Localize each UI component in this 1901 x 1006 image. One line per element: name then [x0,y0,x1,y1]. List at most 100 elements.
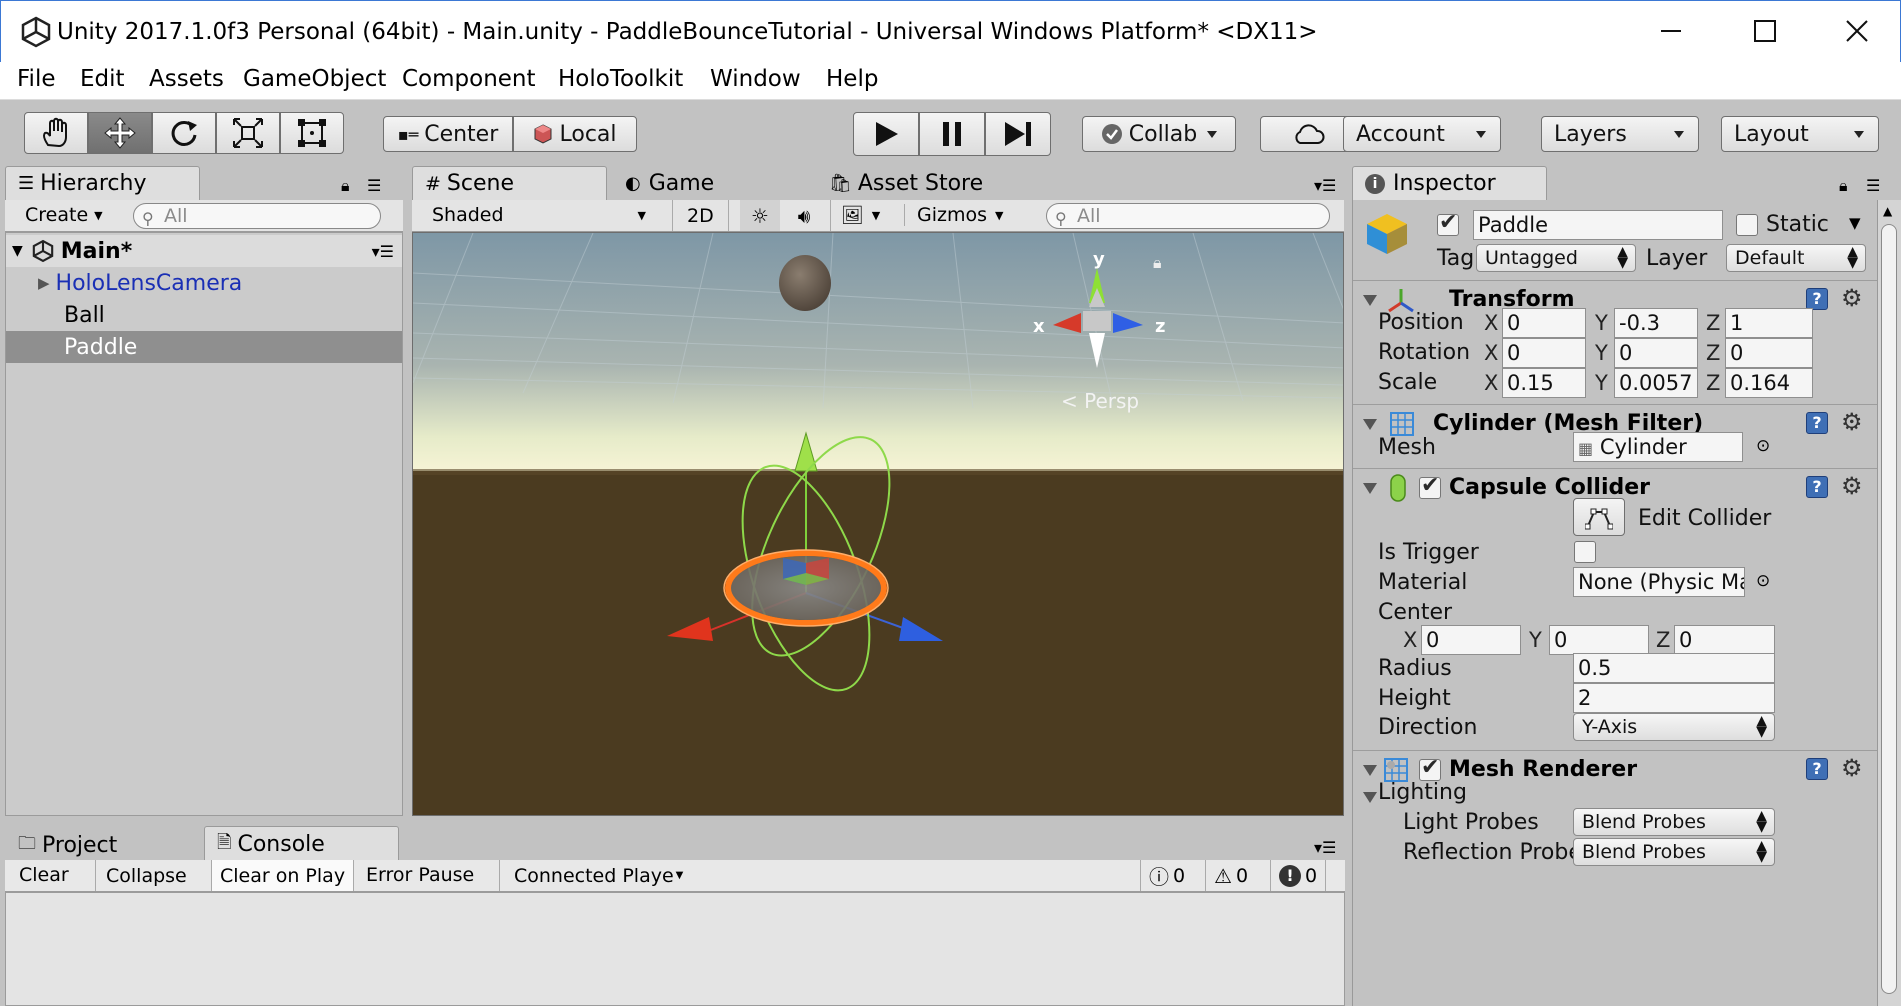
hierarchy-search-input[interactable]: ⚲ All [133,203,381,229]
scroll-up-arrow-icon[interactable]: ▲ [1883,204,1892,218]
scrollbar-thumb[interactable] [1881,224,1897,994]
pivot-center-button[interactable]: ▪═ Center [383,116,513,152]
menu-assets[interactable]: Assets [149,66,224,92]
maximize-button[interactable] [1735,11,1795,51]
hierarchy-lock-icon[interactable]: 🔒︎ [341,176,350,196]
static-checkbox[interactable] [1736,214,1758,236]
console-clear-button[interactable]: Clear [19,864,69,886]
rotate-tool-button[interactable] [152,112,216,154]
rotation-y-field[interactable]: 0 [1614,338,1698,368]
hierarchy-item-ball[interactable]: Ball [6,299,402,331]
help-book-icon[interactable]: ? [1806,412,1828,434]
layout-dropdown[interactable]: Layout [1721,116,1879,152]
capsule-collider-enabled-checkbox[interactable] [1419,473,1441,499]
center-y-field[interactable]: 0 [1549,625,1649,655]
menu-holotoolkit[interactable]: HoloToolkit [558,66,683,92]
help-book-icon[interactable]: ? [1806,476,1828,498]
rotation-z-field[interactable]: 0 [1725,338,1813,368]
scale-y-field[interactable]: 0.0057 [1614,368,1698,398]
gizmos-dropdown[interactable]: Gizmos ▼ [904,204,1003,226]
position-z-field[interactable]: 1 [1725,308,1813,338]
console-error-pause-button[interactable]: Error Pause [366,864,474,886]
layer-dropdown[interactable]: Default ▲ ▼ [1726,244,1866,272]
create-dropdown[interactable]: Create ▼ [25,204,103,226]
scale-tool-button[interactable] [216,112,280,154]
hierarchy-menu-icon[interactable]: ☰ [367,176,381,195]
console-collapse-button[interactable]: Collapse [95,860,197,891]
static-dropdown-icon[interactable]: ▼ [1849,214,1861,232]
tab-scene[interactable]: # Scene [412,166,607,200]
position-x-field[interactable]: 0 [1502,308,1586,338]
menu-window[interactable]: Window [710,66,801,92]
center-x-field[interactable]: 0 [1421,625,1521,655]
center-z-field[interactable]: 0 [1674,625,1775,655]
cloud-button[interactable] [1260,116,1356,152]
object-picker-icon[interactable]: ⊙ [1756,436,1770,456]
material-object-field[interactable]: None (Physic Mate [1573,567,1745,597]
console-clear-on-play-button[interactable]: Clear on Play [211,860,355,891]
connected-player-dropdown[interactable]: Connected Playe ▼ [499,860,683,891]
console-log[interactable] [5,892,1345,1006]
gameobject-active-checkbox[interactable] [1437,210,1459,236]
play-button[interactable] [853,112,919,156]
scale-z-field[interactable]: 0.164 [1725,368,1813,398]
account-dropdown[interactable]: Account [1343,116,1501,152]
menu-help[interactable]: Help [826,66,878,92]
close-button[interactable] [1827,11,1887,51]
console-menu-icon[interactable]: ▾☰ [1314,838,1336,857]
reflection-probes-dropdown[interactable]: Blend Probes ▲ ▼ [1573,838,1775,866]
scene-viewport[interactable]: y x z 🔒︎ < Persp [412,232,1344,816]
console-info-toggle[interactable]: ⓘ 0 [1140,860,1193,891]
scene-row-main[interactable]: ▼ Main* ▾☰ [6,235,402,267]
help-book-icon[interactable]: ? [1806,288,1828,310]
persp-label[interactable]: < Persp [1061,389,1139,413]
scale-x-field[interactable]: 0.15 [1502,368,1586,398]
light-probes-dropdown[interactable]: Blend Probes ▲ ▼ [1573,808,1775,836]
console-error-toggle[interactable]: ! 0 [1270,860,1327,891]
gear-icon[interactable]: ⚙ [1841,756,1863,780]
scene-menu-icon[interactable]: ▾☰ [1314,176,1336,195]
shading-mode-dropdown[interactable]: Shaded ▼ [432,204,652,226]
move-tool-button[interactable] [88,112,152,154]
pause-button[interactable] [919,112,985,156]
scene-effects-dropdown[interactable]: 🖼︎ ▼ [830,200,890,231]
minimize-button[interactable] [1641,11,1701,51]
lighting-label[interactable]: Lighting [1378,780,1467,805]
menu-gameobject[interactable]: GameObject [243,66,386,92]
collab-dropdown[interactable]: Collab [1082,116,1236,152]
mode-2d-button[interactable]: 2D [672,200,729,231]
step-button[interactable] [985,112,1051,156]
inspector-lock-icon[interactable]: 🔒︎ [1839,176,1848,196]
layers-dropdown[interactable]: Layers [1541,116,1699,152]
ball-object[interactable] [779,255,831,311]
tab-inspector[interactable]: i Inspector [1352,166,1547,200]
position-y-field[interactable]: -0.3 [1614,308,1698,338]
scene-menu-icon[interactable]: ▾☰ [372,242,394,261]
tab-game[interactable]: ◐ Game [612,166,808,200]
gizmo-lock-icon[interactable]: 🔒︎ [1153,253,1162,272]
menu-component[interactable]: Component [402,66,536,92]
object-picker-icon[interactable]: ⊙ [1756,571,1770,591]
pivot-local-button[interactable]: Local [513,116,637,152]
scene-search-input[interactable]: ⚲ All [1046,203,1330,229]
hand-tool-button[interactable] [24,112,88,154]
tab-project[interactable]: 🗀 Project [5,828,200,862]
height-field[interactable]: 2 [1573,683,1775,713]
gear-icon[interactable]: ⚙ [1841,410,1863,434]
radius-field[interactable]: 0.5 [1573,653,1775,683]
gameobject-name-field[interactable]: Paddle [1473,210,1723,240]
rect-tool-button[interactable] [280,112,344,154]
scene-lighting-toggle[interactable]: ☼ [740,200,780,231]
help-book-icon[interactable]: ? [1806,758,1828,780]
scene-audio-toggle[interactable]: 🔊︎ [782,200,826,231]
menu-edit[interactable]: Edit [80,66,125,92]
tab-hierarchy[interactable]: ☰ Hierarchy [5,166,200,200]
edit-collider-button[interactable] [1573,498,1625,536]
gear-icon[interactable]: ⚙ [1841,286,1863,310]
menu-file[interactable]: File [17,66,56,92]
gear-icon[interactable]: ⚙ [1841,474,1863,498]
inspector-menu-icon[interactable]: ☰ [1866,176,1880,195]
mesh-renderer-enabled-checkbox[interactable] [1419,755,1441,781]
inspector-scrollbar[interactable]: ▲ [1877,200,1901,1006]
console-warning-toggle[interactable]: ⚠ 0 [1205,860,1256,891]
